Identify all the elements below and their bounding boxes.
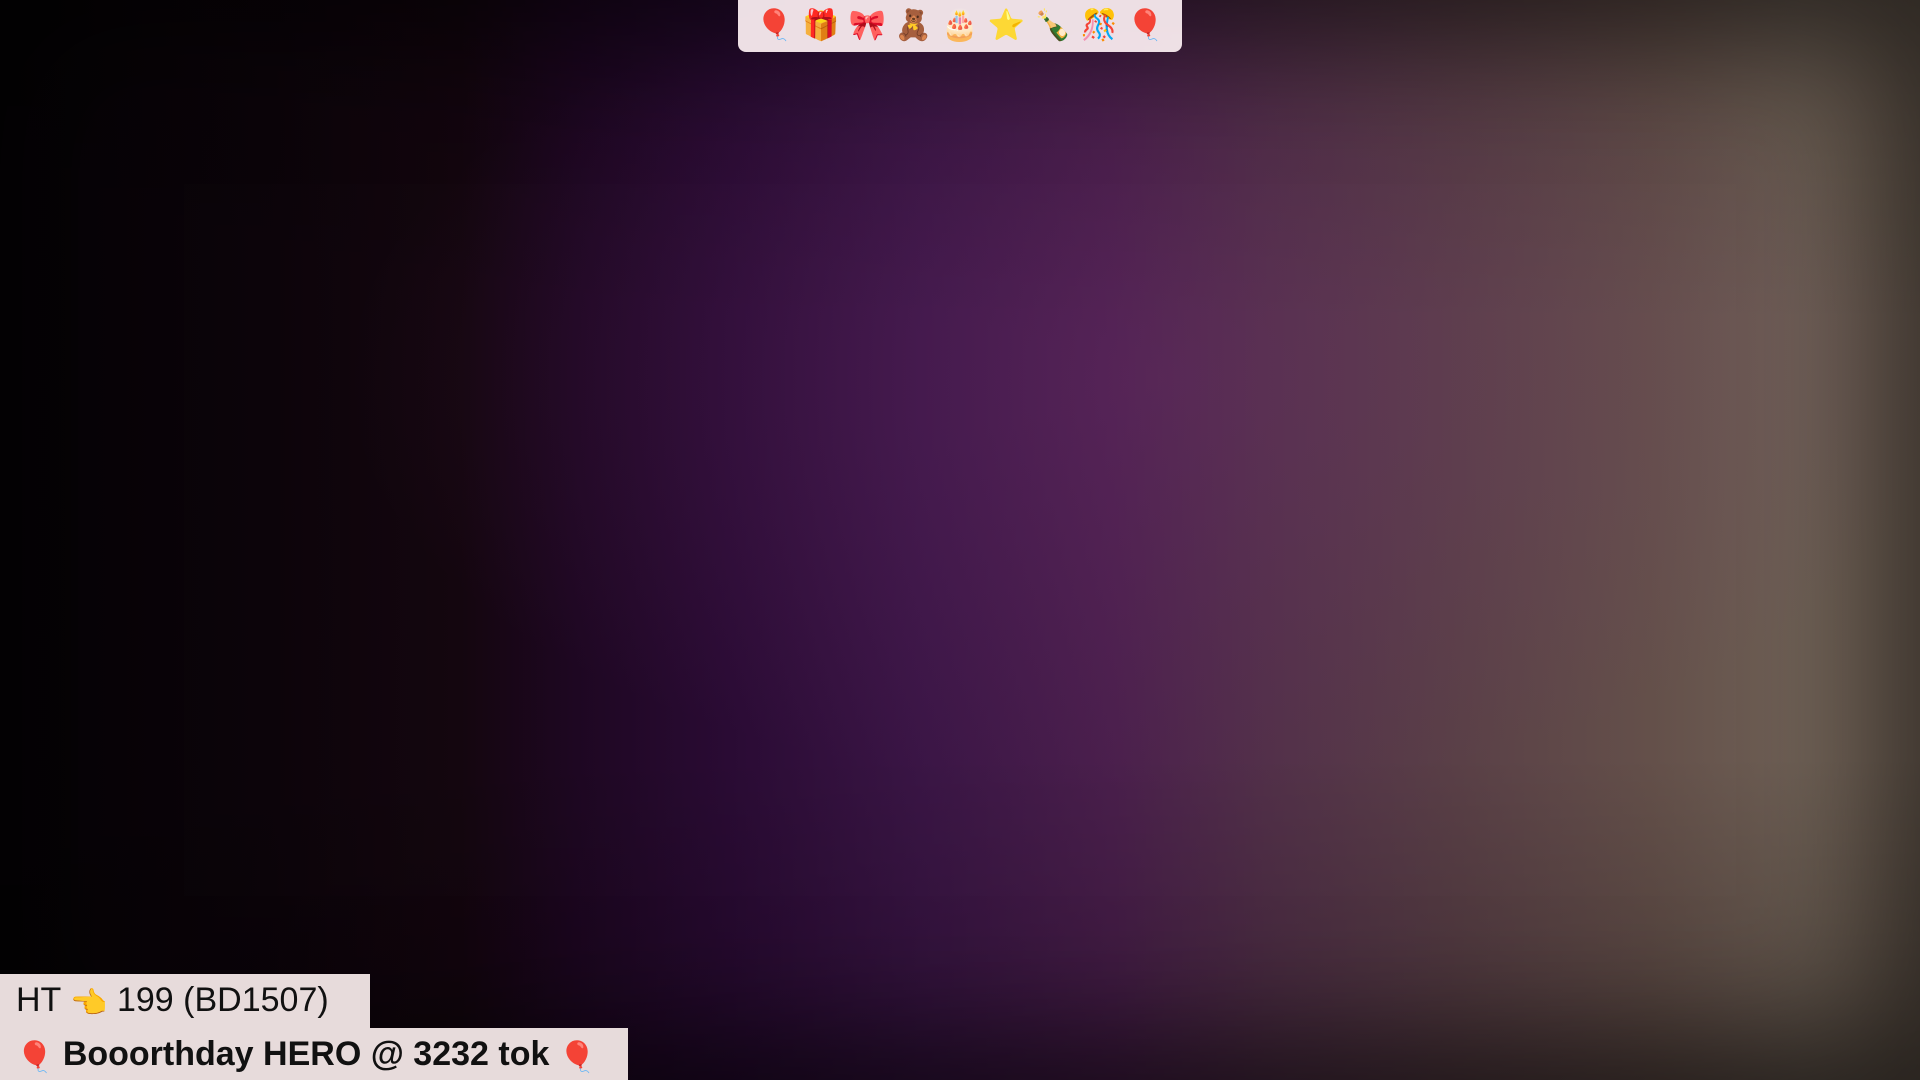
champagne-icon: 🍾 (1034, 8, 1072, 43)
tip-menu-line-ht: HT 👈 199 (BD1507) (0, 974, 370, 1028)
ht-label: HT (16, 981, 61, 1019)
balloon-icon: 🎈 (558, 1040, 597, 1075)
ribbon-icon: 🎀 (848, 8, 886, 43)
birthday-hero-text: Booorthday HERO @ 3232 tok (62, 1035, 550, 1073)
video-stream (0, 0, 1920, 1080)
balloon-icon: 🎈 (1126, 8, 1165, 43)
teddy-bear-icon: 🧸 (894, 8, 933, 43)
emoji-bar: 🎈 🎁 🎀 🧸 🎂 ⭐ 🍾 🎊 🎈 (738, 0, 1182, 52)
balloon-icon: 🎈 (755, 8, 794, 43)
gift-icon: 🎁 (802, 8, 840, 43)
ht-value: 199 (BD1507) (116, 981, 329, 1019)
birthday-hero-goal-line: 🎈 Booorthday HERO @ 3232 tok 🎈 (0, 1028, 628, 1080)
pointing-hand-icon: 👈 (70, 986, 108, 1021)
confetti-ball-icon: 🎊 (1080, 8, 1118, 43)
star-icon: ⭐ (987, 8, 1026, 43)
balloon-icon: 🎈 (16, 1040, 54, 1075)
birthday-cake-icon: 🎂 (941, 8, 979, 43)
